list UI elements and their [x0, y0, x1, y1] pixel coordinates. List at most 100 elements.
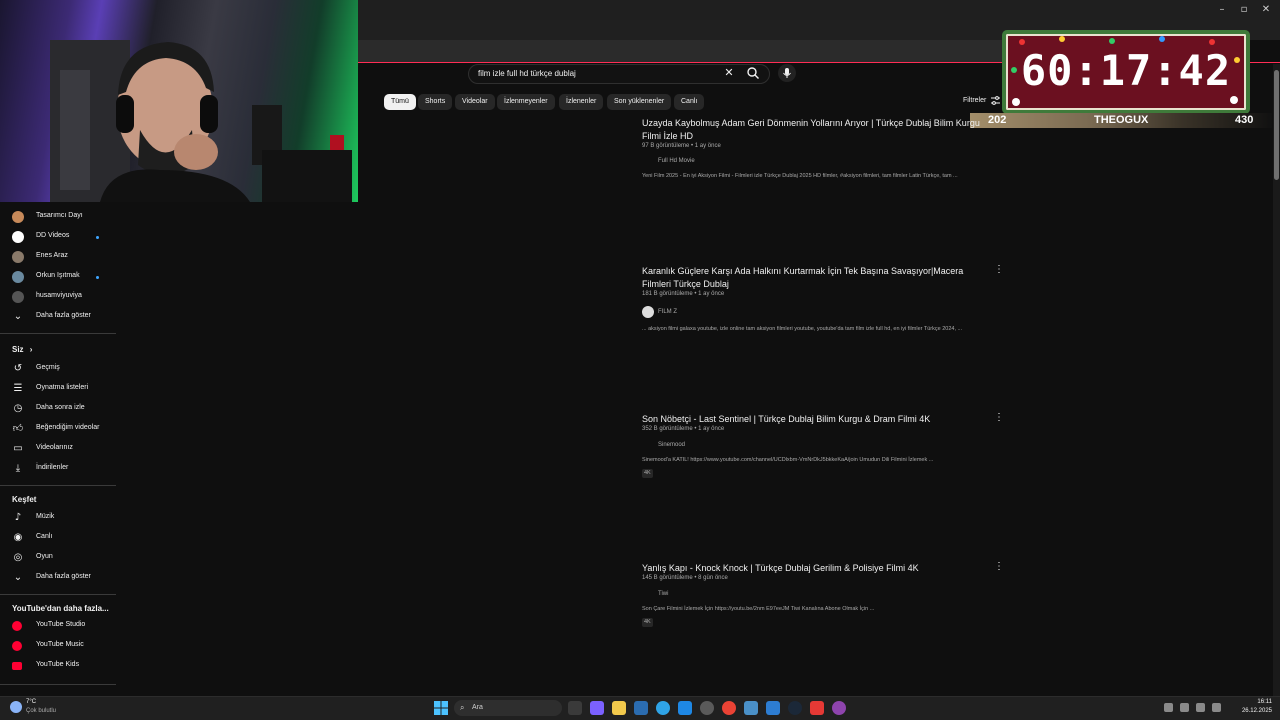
app-icon[interactable]: [744, 701, 758, 715]
windows-start-icon[interactable]: [434, 701, 448, 715]
video-title[interactable]: Yanlış Kapı - Knock Knock | Türkçe Dubla…: [642, 562, 987, 575]
app-icon[interactable]: [832, 701, 846, 715]
channel-avatar[interactable]: [642, 306, 654, 318]
chip-unwatched[interactable]: İzlenmeyenler: [497, 94, 555, 110]
store-icon[interactable]: [634, 701, 648, 715]
sidebar-item-your-videos[interactable]: ▭ Videolarınız: [0, 439, 116, 459]
search-icon[interactable]: [746, 66, 760, 80]
sidebar-item-subscription[interactable]: Orkun Işıtmak: [0, 267, 116, 287]
sidebar-item-label: YouTube Studio: [36, 621, 86, 628]
more-options-icon[interactable]: ⋮: [994, 561, 1004, 573]
chip-watched[interactable]: İzlenenler: [559, 94, 604, 110]
channel-name[interactable]: Full Hd Movie: [658, 158, 695, 164]
sidebar-item-playlists[interactable]: ☰ Oynatma listeleri: [0, 379, 116, 399]
clock-date[interactable]: 26.12.2025: [1228, 708, 1272, 714]
tray-icon[interactable]: [1164, 703, 1173, 712]
task-view-icon[interactable]: [568, 701, 582, 715]
weather-temperature[interactable]: 7°C: [26, 699, 36, 705]
search-result[interactable]: Uzayda Kaybolmuş Adam Geri Dönmenin Yoll…: [642, 117, 1002, 187]
video-title[interactable]: Son Nöbetçi - Last Sentinel | Türkçe Dub…: [642, 413, 987, 426]
search-result[interactable]: Son Nöbetçi - Last Sentinel | Türkçe Dub…: [642, 412, 1004, 483]
sidebar-divider: [0, 333, 116, 334]
video-title[interactable]: Karanlık Güçlere Karşı Ada Halkını Kurta…: [642, 265, 987, 291]
channel-name[interactable]: Sinemood: [658, 442, 685, 448]
scrollbar-thumb[interactable]: [1274, 70, 1279, 180]
video-meta: 181 B görüntüleme • 1 ay önce: [642, 291, 725, 297]
sidebar-item-subscription[interactable]: Enes Araz: [0, 247, 116, 267]
sidebar-item-label: YouTube Kids: [36, 661, 80, 668]
live-indicator: [96, 236, 99, 239]
copilot-icon[interactable]: [590, 701, 604, 715]
sidebar-item-youtube-music[interactable]: YouTube Music: [0, 636, 116, 656]
sidebar-item-youtube-kids[interactable]: YouTube Kids: [0, 656, 116, 676]
video-meta: 145 B görüntüleme • 8 gün önce: [642, 575, 728, 581]
sidebar-item-subscription[interactable]: Tasarımcı Dayı: [0, 207, 116, 227]
sidebar-item-label: DD Videos: [36, 232, 70, 239]
chevron-down-icon: ⌄: [13, 311, 23, 322]
steam-icon[interactable]: [788, 701, 802, 715]
network-icon[interactable]: [1180, 703, 1189, 712]
mail-icon[interactable]: [678, 701, 692, 715]
chip-videos[interactable]: Videolar: [455, 94, 495, 110]
search-result[interactable]: Yanlış Kapı - Knock Knock | Türkçe Dubla…: [642, 561, 1004, 632]
weather-description[interactable]: Çok bulutlu: [26, 708, 56, 714]
chip-recently-uploaded[interactable]: Son yüklenenler: [607, 94, 672, 110]
microphone-icon[interactable]: [778, 64, 796, 82]
channel-avatar: [12, 211, 24, 223]
chip-shorts[interactable]: Shorts: [418, 94, 453, 110]
sidebar-item-gaming[interactable]: ◎ Oyun: [0, 548, 116, 568]
sidebar-explore-more[interactable]: ⌄ Daha fazla göster: [0, 568, 116, 588]
settings-icon[interactable]: [700, 701, 714, 715]
more-options-icon[interactable]: ⋮: [994, 264, 1004, 276]
sidebar-item-label: Videolarınız: [36, 444, 73, 451]
search-input[interactable]: film izle full hd türkçe dublaj: [478, 69, 576, 78]
chrome-icon[interactable]: [722, 701, 736, 715]
battery-icon[interactable]: [1212, 703, 1221, 712]
app-icon[interactable]: [810, 701, 824, 715]
sidebar-item-history[interactable]: ↺ Geçmiş: [0, 359, 116, 379]
weather-icon[interactable]: [10, 701, 22, 713]
sidebar-show-more[interactable]: ⌄ Daha fazla göster: [0, 307, 116, 327]
filters-button[interactable]: Filtreler: [963, 97, 986, 104]
sidebar-you-heading[interactable]: Siz ›: [12, 345, 32, 354]
close-window-icon[interactable]: ✕: [1256, 3, 1276, 17]
sidebar-item-liked-videos[interactable]: 👍︎ Beğendiğim videolar: [0, 419, 116, 439]
music-note-icon: ♪: [14, 512, 22, 523]
channel-avatar: [12, 251, 24, 263]
taskbar-search-box[interactable]: [454, 700, 562, 716]
search-result[interactable]: Karanlık Güçlere Karşı Ada Halkını Kurta…: [642, 264, 1004, 335]
address-bar[interactable]: [358, 40, 1008, 62]
chip-all[interactable]: Tümü: [384, 94, 416, 110]
sidebar-item-downloads[interactable]: ⤓ İndirilenler: [0, 459, 116, 479]
chip-live[interactable]: Canlı: [674, 94, 705, 110]
sidebar-item-subscription[interactable]: husamviyuviya: [0, 287, 116, 307]
taskbar-search-placeholder[interactable]: Ara: [472, 704, 483, 711]
maximize-icon[interactable]: ▫: [1234, 3, 1254, 17]
minimize-icon[interactable]: –: [1212, 3, 1232, 17]
sidebar-explore-heading: Keşfet: [12, 495, 37, 504]
sidebar-item-subscription[interactable]: DD Videos: [0, 227, 116, 247]
sidebar-item-label: Canlı: [36, 533, 53, 540]
app-icon[interactable]: [766, 701, 780, 715]
timer-name: THEOGUX: [1094, 114, 1149, 126]
channel-name[interactable]: Tiwi: [658, 591, 668, 597]
sidebar-item-watch-later[interactable]: ◷ Daha sonra izle: [0, 399, 116, 419]
video-title[interactable]: Uzayda Kaybolmuş Adam Geri Dönmenin Yoll…: [642, 117, 987, 143]
filter-icon[interactable]: [991, 96, 1000, 105]
sidebar-item-music[interactable]: ♪ Müzik: [0, 508, 116, 528]
clock-time[interactable]: 16:11: [1228, 699, 1272, 705]
download-icon: ⤓: [15, 463, 21, 474]
edge-icon[interactable]: [656, 701, 670, 715]
volume-icon[interactable]: [1196, 703, 1205, 712]
video-meta: 97 B görüntüleme • 1 ay önce: [642, 143, 721, 149]
clear-search-icon[interactable]: ✕: [722, 66, 736, 80]
file-explorer-icon[interactable]: [612, 701, 626, 715]
sidebar-item-youtube-studio[interactable]: YouTube Studio: [0, 616, 116, 636]
channel-name[interactable]: FILM Z: [658, 309, 677, 315]
gamepad-icon: ◎: [13, 552, 23, 563]
chevron-right-icon: ›: [29, 345, 33, 354]
more-options-icon[interactable]: ⋮: [994, 412, 1004, 424]
sidebar-item-live[interactable]: ◉ Canlı: [0, 528, 116, 548]
sidebar-item-label: Oynatma listeleri: [36, 384, 89, 391]
video-description: Son Çare Filmini İzlemek İçin https://yo…: [642, 606, 875, 612]
